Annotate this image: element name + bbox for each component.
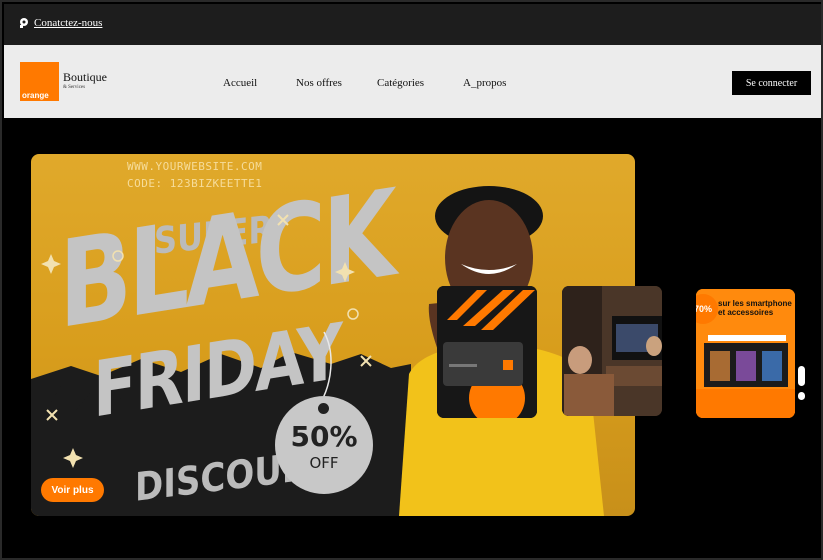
carousel-card-tv[interactable] [562,286,662,416]
top-bar: Conatctez-nous [4,4,821,45]
browser-frame: Conatctez-nous orange Boutique & Service… [0,0,823,560]
tag-off: OFF [309,454,339,472]
brand-subtitle: & Services [63,85,86,90]
tag-percent: 50% [290,420,358,453]
see-more-button[interactable]: Voir plus [41,478,104,502]
modem-image [437,286,537,418]
nav-link-accueil[interactable]: Accueil [223,77,257,89]
login-button[interactable]: Se connecter [732,71,811,95]
contact-label: Conatctez-nous [34,17,103,29]
contact-link[interactable]: Conatctez-nous [18,17,102,29]
hero-section: WWW.YOURWEBSITE.COM CODE: 123BIZKEETTE1 … [4,118,821,558]
carousel-card-promo[interactable]: 70% sur les smartphone et accessoires [696,289,795,418]
carousel-indicator-bar[interactable] [798,366,805,386]
nav-link-offres[interactable]: Nos offres [296,77,342,89]
tag-hole [318,403,329,414]
promo-text: sur les smartphone et accessoires [718,299,792,317]
discount-tag: 50% OFF [275,396,373,494]
brand-title: Boutique [63,70,107,84]
logo-text: orange [22,91,49,100]
headset-icon [20,18,28,28]
black-friday-banner: WWW.YOURWEBSITE.COM CODE: 123BIZKEETTE1 … [31,154,635,516]
nav-link-categories[interactable]: Catégories [377,77,424,89]
carousel-card-modem[interactable] [437,286,537,418]
tv-room-image [562,286,662,416]
main-navbar: orange Boutique & Services Accueil Nos o… [4,45,821,118]
orange-logo[interactable]: orange [20,62,59,101]
nav-link-apropos[interactable]: A_propos [463,77,506,89]
carousel-indicator-dot[interactable] [798,392,805,400]
